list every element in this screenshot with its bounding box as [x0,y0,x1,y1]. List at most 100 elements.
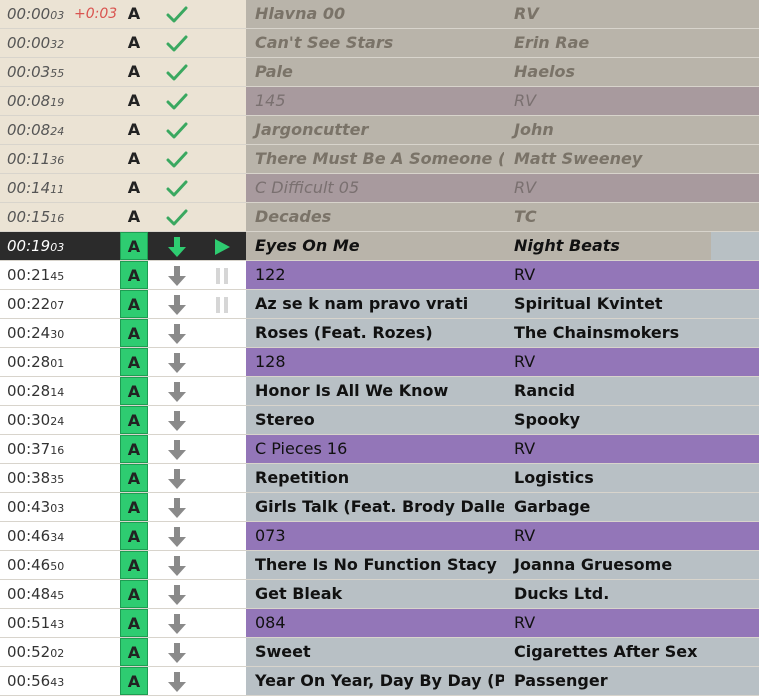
arrow-down-icon [157,551,197,579]
row-state[interactable] [204,551,240,579]
row-state[interactable] [204,406,240,434]
row-state[interactable] [204,522,240,550]
row-state[interactable] [204,319,240,347]
row-state[interactable] [204,464,240,492]
playlist-row[interactable]: 00:0032 A Can't See Stars Erin Rae [0,29,759,58]
arrow-down-icon [157,261,197,289]
mode-badge[interactable]: A [120,203,148,231]
track-artist: TC [514,207,537,226]
track-artist: John [514,120,554,139]
mode-badge[interactable]: A [120,145,148,173]
start-time: 00:2430 [0,319,120,347]
mode-badge[interactable]: A [120,261,148,289]
mode-badge[interactable]: A [120,377,148,405]
mode-badge[interactable]: A [120,493,148,521]
mode-badge[interactable]: A [120,116,148,144]
track-title: 145 [255,91,286,110]
track-artist: RV [514,265,536,284]
playlist-row[interactable]: 00:2207 A Az se k nam pravo vrati Spirit… [0,290,759,319]
mode-badge[interactable]: A [120,406,148,434]
mode-badge[interactable]: A [120,522,148,550]
row-state[interactable] [204,116,240,144]
mode-badge[interactable]: A [120,348,148,376]
mode-badge[interactable]: A [120,87,148,115]
row-state[interactable] [204,609,240,637]
playlist-row[interactable]: 00:3716 A C Pieces 16 RV [0,435,759,464]
track-title: Jargoncutter [255,120,369,139]
start-time: 00:1903 [0,232,120,260]
row-state[interactable] [204,377,240,405]
mode-badge[interactable]: A [120,638,148,666]
row-state[interactable] [204,348,240,376]
playlist-row[interactable]: 00:3024 A Stereo Spooky [0,406,759,435]
pause-icon[interactable] [204,290,240,318]
start-time-fraction: 34 [50,531,65,544]
row-state[interactable] [204,174,240,202]
playlist-row[interactable]: 00:3835 A Repetition Logistics [0,464,759,493]
playlist-row[interactable]: 00:2145 A 122 RV [0,261,759,290]
mode-badge[interactable]: A [120,290,148,318]
row-state[interactable] [204,435,240,463]
start-time: 00:4650 [0,551,120,579]
row-state[interactable] [204,580,240,608]
row-state[interactable] [204,667,240,695]
playlist-row[interactable]: 00:5143 A 084 RV [0,609,759,638]
playlist-row[interactable]: 00:2814 A Honor Is All We Know Rancid [0,377,759,406]
arrow-down-icon [157,638,197,666]
mode-badge[interactable]: A [120,0,148,28]
mode-badge[interactable]: A [120,464,148,492]
start-time-main: 00:08 [7,121,51,139]
start-time: 00:5143 [0,609,120,637]
arrow-down-icon [157,377,197,405]
check-icon [157,58,197,86]
playlist-row[interactable]: 00:5643 A Year On Year, Day By Day (P...… [0,667,759,696]
mode-badge[interactable]: A [120,551,148,579]
playlist-row[interactable]: 00:1516 A Decades TC [0,203,759,232]
pause-icon[interactable] [204,261,240,289]
play-icon[interactable] [204,232,240,260]
check-icon [157,203,197,231]
row-state[interactable] [204,0,240,28]
mode-badge[interactable]: A [120,435,148,463]
mode-badge[interactable]: A [120,174,148,202]
start-time: 00:2207 [0,290,120,318]
mode-badge[interactable]: A [120,609,148,637]
mode-badge[interactable]: A [120,667,148,695]
row-state[interactable] [204,29,240,57]
start-time-fraction: 35 [50,473,65,486]
mode-badge[interactable]: A [120,580,148,608]
start-time-fraction: 55 [50,67,65,80]
playlist-row[interactable]: 00:2430 A Roses (Feat. Rozes) The Chains… [0,319,759,348]
mode-badge[interactable]: A [120,58,148,86]
playlist-row[interactable]: 00:4845 A Get Bleak Ducks Ltd. [0,580,759,609]
playlist-row[interactable]: 00:0003 +0:03 A Hlavna 00 RV [0,0,759,29]
start-time-fraction: 16 [50,212,65,225]
row-state[interactable] [204,493,240,521]
row-state[interactable] [204,203,240,231]
playlist-row[interactable]: 00:1903 A Eyes On Me Night Beats [0,232,759,261]
start-time-main: 00:14 [7,179,51,197]
playlist-row[interactable]: 00:4634 A 073 RV [0,522,759,551]
mode-badge[interactable]: A [120,232,148,260]
row-state[interactable] [204,58,240,86]
row-state[interactable] [204,638,240,666]
playlist-row[interactable]: 00:0355 A Pale Haelos [0,58,759,87]
playlist-row[interactable]: 00:0819 A 145 RV [0,87,759,116]
check-icon [157,116,197,144]
track-title: Girls Talk (Feat. Brody Dalle) [255,497,504,516]
playlist-row[interactable]: 00:0824 A Jargoncutter John [0,116,759,145]
playlist-row[interactable]: 00:1136 A There Must Be A Someone (F... … [0,145,759,174]
row-state[interactable] [204,87,240,115]
playlist-row[interactable]: 00:4650 A There Is No Function Stacy Joa… [0,551,759,580]
arrow-down-icon [157,580,197,608]
playlist-row[interactable]: 00:4303 A Girls Talk (Feat. Brody Dalle)… [0,493,759,522]
mode-badge[interactable]: A [120,319,148,347]
row-state[interactable] [204,145,240,173]
playlist-row[interactable]: 00:1411 A C Difficult 05 RV [0,174,759,203]
track-title: Get Bleak [255,584,343,603]
mode-badge[interactable]: A [120,29,148,57]
start-time: 00:1411 [0,174,120,202]
start-time-fraction: 24 [50,125,65,138]
playlist-row[interactable]: 00:2801 A 128 RV [0,348,759,377]
playlist-row[interactable]: 00:5202 A Sweet Cigarettes After Sex [0,638,759,667]
